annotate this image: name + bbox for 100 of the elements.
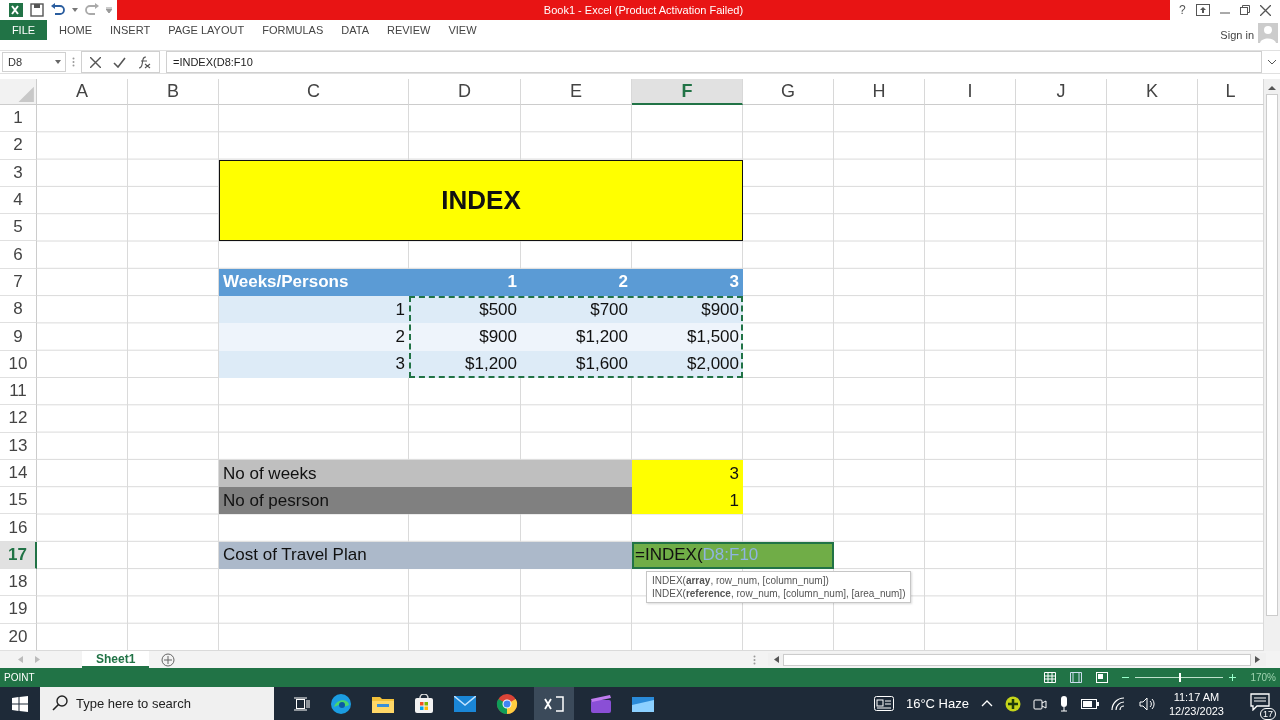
cell-editor[interactable]: =INDEX(D8:F10	[632, 541, 834, 570]
header-cell: 1	[409, 268, 521, 297]
function-tooltip: INDEX(array, row_num, [column_num]) INDEX(reference, row_num, [column_num], [area_num])	[646, 570, 912, 603]
undo-icon[interactable]	[50, 3, 66, 17]
row-header[interactable]: 11	[0, 377, 37, 406]
grip-icon	[72, 57, 75, 67]
row-header[interactable]: 14	[0, 459, 37, 488]
sheet-tab[interactable]: Sheet1	[82, 651, 150, 669]
scroll-left-icon[interactable]	[774, 656, 779, 664]
page-break-icon[interactable]	[1096, 672, 1109, 683]
row-header[interactable]: 19	[0, 596, 37, 624]
column-header[interactable]: D	[409, 79, 521, 105]
column-header[interactable]: A	[37, 79, 128, 105]
table-cell: $500	[409, 296, 521, 324]
ribbon-tab[interactable]: VIEW	[439, 20, 486, 40]
header-cell: 3	[632, 268, 743, 297]
ribbon-tab[interactable]: INSERT	[101, 20, 160, 40]
table-cell: 1	[219, 296, 409, 324]
row-header[interactable]: 15	[0, 487, 37, 515]
windows-start-icon[interactable]	[12, 695, 28, 712]
row-header[interactable]: 7	[0, 268, 37, 297]
ribbon-tab[interactable]: HOME	[50, 20, 101, 40]
zoom-level[interactable]: 170%	[1250, 672, 1276, 683]
file-tab[interactable]: FILE	[0, 20, 47, 40]
column-header[interactable]: H	[834, 79, 925, 105]
expand-icon[interactable]	[1268, 59, 1276, 65]
name-box[interactable]: D8	[2, 52, 66, 72]
function-icon[interactable]	[138, 55, 151, 69]
row-header[interactable]: 17	[0, 541, 37, 570]
store-icon[interactable]	[414, 693, 434, 714]
clapperboard-icon[interactable]	[590, 693, 612, 714]
speaker-icon[interactable]	[1138, 696, 1157, 711]
vertical-scrollbar[interactable]	[1264, 79, 1280, 652]
column-header[interactable]: I	[925, 79, 1016, 105]
window-app-icon[interactable]	[632, 694, 654, 713]
row-header[interactable]: 12	[0, 405, 37, 433]
ribbon-tab[interactable]: DATA	[332, 20, 378, 40]
header-cell: Weeks/Persons	[219, 268, 409, 297]
row-header[interactable]: 16	[0, 514, 37, 542]
add-sheet-icon[interactable]	[161, 652, 176, 667]
page-layout-icon[interactable]	[1070, 672, 1083, 683]
column-header[interactable]: J	[1016, 79, 1107, 105]
ribbon-display-icon[interactable]	[1195, 4, 1210, 16]
zoom-thumb[interactable]	[1179, 673, 1182, 682]
row-header[interactable]: 5	[0, 214, 37, 242]
scroll-right-icon[interactable]	[1255, 656, 1260, 664]
scroll-up-icon[interactable]	[1268, 85, 1276, 90]
cancel-icon[interactable]	[90, 56, 101, 68]
weather-text[interactable]: 16°C Haze	[905, 696, 969, 711]
tray-app-icon[interactable]	[1004, 695, 1021, 712]
normal-view-icon[interactable]	[1044, 672, 1057, 683]
zoom-in-icon[interactable]	[1229, 674, 1237, 681]
column-header[interactable]: B	[128, 79, 219, 105]
ribbon-tab[interactable]: FORMULAS	[253, 20, 333, 40]
table-cell: 3	[219, 350, 409, 378]
row-header[interactable]: 9	[0, 323, 37, 351]
chevron-up-icon[interactable]	[980, 700, 993, 707]
ribbon-tab[interactable]: PAGE LAYOUT	[159, 20, 254, 40]
caret-icon[interactable]	[72, 8, 78, 12]
row-header[interactable]: 3	[0, 159, 37, 187]
restore-icon[interactable]	[1239, 5, 1250, 15]
help-button[interactable]: ?	[1179, 3, 1186, 17]
column-header[interactable]: E	[521, 79, 632, 105]
ribbon-tab[interactable]: REVIEW	[378, 20, 440, 40]
news-icon[interactable]	[873, 696, 894, 711]
row-header[interactable]: 8	[0, 296, 37, 324]
spreadsheet-app-icon[interactable]	[543, 695, 565, 712]
mail-icon[interactable]	[454, 695, 476, 712]
row-header[interactable]: 20	[0, 623, 37, 651]
row-header[interactable]: 1	[0, 105, 37, 133]
customize-icon[interactable]	[106, 7, 112, 13]
notification-icon[interactable]	[1250, 692, 1270, 711]
row-header[interactable]: 6	[0, 241, 37, 269]
close-icon[interactable]	[1259, 4, 1271, 16]
clock[interactable]: 11:17 AM 12/23/2023	[1168, 689, 1224, 718]
column-header[interactable]: F	[632, 79, 743, 105]
wifi-icon[interactable]	[1110, 696, 1127, 711]
title-cell: INDEX	[219, 159, 743, 242]
column-header[interactable]: L	[1198, 79, 1264, 105]
row-header[interactable]: 4	[0, 186, 37, 215]
formula-input[interactable]: =INDEX(D8:F10	[166, 51, 1262, 73]
task-view-icon[interactable]	[294, 696, 310, 711]
column-header[interactable]: K	[1107, 79, 1198, 105]
row-header[interactable]: 18	[0, 569, 37, 597]
save-icon[interactable]	[30, 3, 44, 17]
row-header[interactable]: 13	[0, 432, 37, 460]
label-cell: No of weeks	[219, 459, 632, 488]
microphone-icon[interactable]	[1058, 695, 1069, 712]
row-header[interactable]: 2	[0, 132, 37, 160]
folder-icon[interactable]	[372, 694, 394, 713]
zoom-out-icon[interactable]	[1122, 674, 1130, 681]
taskbar-search-field[interactable]: Type here to search	[40, 687, 274, 720]
column-header[interactable]: C	[219, 79, 409, 105]
row-header[interactable]: 10	[0, 350, 37, 378]
sign-in-link[interactable]: Sign in	[1220, 29, 1254, 41]
column-header[interactable]: G	[743, 79, 834, 105]
battery-icon[interactable]	[1080, 698, 1099, 709]
enter-icon[interactable]	[113, 56, 126, 68]
browser-icon[interactable]	[330, 692, 352, 715]
notification-badge: 17	[1260, 707, 1276, 720]
